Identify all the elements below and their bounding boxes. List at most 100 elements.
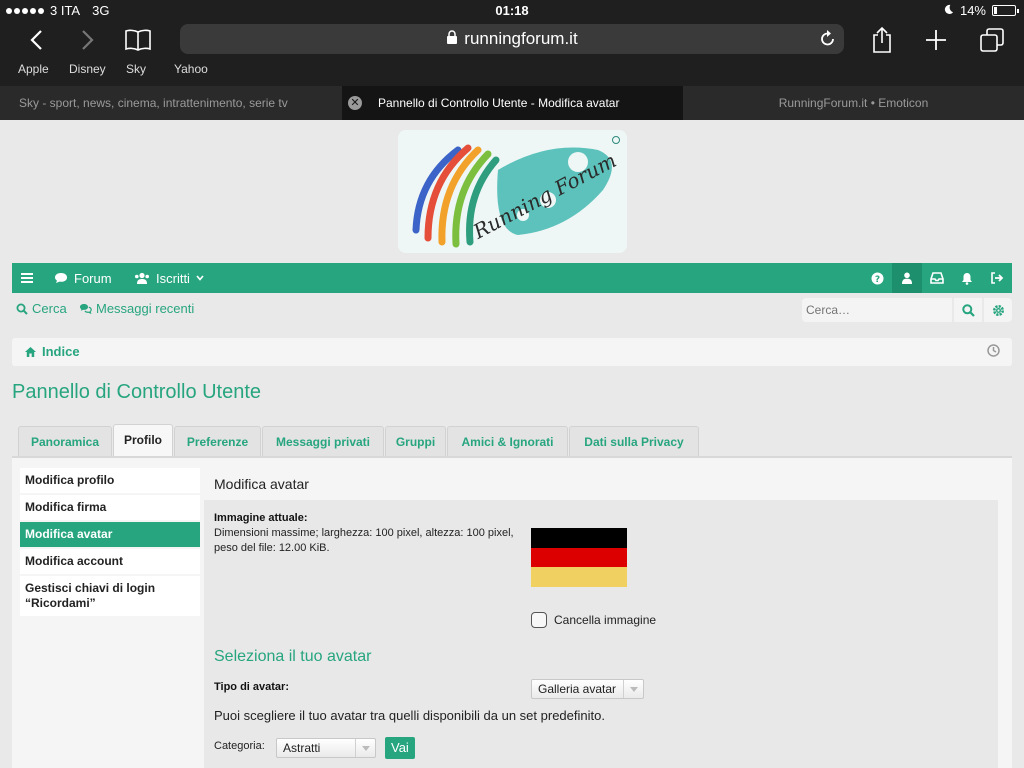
section-title: Modifica avatar bbox=[214, 476, 309, 492]
plus-icon bbox=[926, 30, 946, 50]
forward-button[interactable] bbox=[68, 22, 108, 58]
menu-edit-signature[interactable]: Modifica firma bbox=[20, 495, 200, 520]
share-icon bbox=[873, 26, 891, 53]
tabs-icon bbox=[980, 28, 1004, 52]
search-link[interactable]: Cerca bbox=[16, 301, 67, 316]
advanced-search-button[interactable] bbox=[984, 298, 1012, 322]
tab-privacy-data[interactable]: Dati sulla Privacy bbox=[569, 426, 699, 456]
battery-percent: 14% bbox=[959, 3, 986, 18]
tab-groups[interactable]: Gruppi bbox=[385, 426, 446, 456]
users-icon bbox=[135, 272, 149, 284]
search-icon bbox=[961, 303, 975, 317]
avatar-fieldset: Immagine attuale: Dimensioni massime; la… bbox=[204, 500, 998, 768]
web-page: Running Forum Forum Iscritti ? Cerca Mes… bbox=[0, 120, 1024, 768]
menu-edit-profile[interactable]: Modifica profilo bbox=[20, 468, 200, 493]
inbox-icon bbox=[930, 272, 944, 284]
recent-posts-link[interactable]: Messaggi recenti bbox=[79, 301, 194, 316]
menu-remember-me-keys[interactable]: Gestisci chiavi di login “Ricordami” bbox=[20, 576, 200, 616]
quick-links: Cerca Messaggi recenti bbox=[12, 298, 1012, 322]
tab-title: RunningForum.it • Emoticon bbox=[778, 96, 929, 110]
favorite-disney[interactable]: Disney bbox=[69, 62, 106, 76]
new-tab-button[interactable] bbox=[916, 22, 956, 58]
clock-icon bbox=[987, 344, 1000, 360]
status-bar: 3 ITA 3G 01:18 14% bbox=[0, 0, 1024, 20]
current-avatar-desc: Dimensioni massime; larghezza: 100 pixel… bbox=[214, 527, 514, 554]
back-button[interactable] bbox=[16, 22, 56, 58]
nav-forum[interactable]: Forum bbox=[54, 263, 112, 293]
breadcrumb: Indice bbox=[12, 338, 1012, 366]
chevron-down-icon bbox=[355, 739, 375, 757]
tab-title: Pannello di Controllo Utente - Modifica … bbox=[378, 96, 620, 110]
category-value: Astratti bbox=[283, 741, 321, 755]
tabs-button[interactable] bbox=[972, 22, 1012, 58]
private-messages-button[interactable] bbox=[922, 263, 952, 293]
avatar-type-value: Galleria avatar bbox=[538, 682, 617, 696]
nav-members-label: Iscritti bbox=[156, 270, 190, 286]
book-icon bbox=[125, 29, 151, 51]
nav-members[interactable]: Iscritti bbox=[134, 263, 204, 293]
delete-avatar-option: Cancella immagine bbox=[531, 612, 656, 628]
menu-edit-avatar[interactable]: Modifica avatar bbox=[20, 522, 200, 547]
tab-profile[interactable]: Profilo bbox=[113, 424, 173, 456]
battery-icon bbox=[992, 5, 1019, 16]
menu-edit-account[interactable]: Modifica account bbox=[20, 549, 200, 574]
browser-tab-emoticon[interactable]: RunningForum.it • Emoticon bbox=[683, 86, 1024, 120]
nav-forum-label: Forum bbox=[74, 270, 112, 286]
url-text: runningforum.it bbox=[464, 29, 578, 48]
ucp-panel: Modifica profilo Modifica firma Modifica… bbox=[12, 456, 1012, 768]
delete-avatar-label: Cancella immagine bbox=[554, 613, 657, 627]
chevron-left-icon bbox=[30, 30, 42, 50]
home-icon bbox=[25, 346, 36, 357]
tab-overview[interactable]: Panoramica bbox=[18, 426, 112, 456]
user-profile-button[interactable] bbox=[892, 263, 922, 293]
main-navbar: Forum Iscritti ? bbox=[12, 263, 1012, 293]
tab-strip: Sky - sport, news, cinema, intrattenimen… bbox=[0, 86, 1024, 120]
question-icon: ? bbox=[871, 272, 883, 285]
notifications-button[interactable] bbox=[952, 263, 982, 293]
search-link-label: Cerca bbox=[32, 301, 67, 316]
reload-icon[interactable] bbox=[820, 29, 836, 52]
svg-text:?: ? bbox=[874, 275, 879, 285]
faq-button[interactable]: ? bbox=[862, 263, 892, 293]
chevron-down-icon bbox=[623, 680, 643, 698]
menu-toggle-button[interactable] bbox=[20, 263, 34, 293]
search-button[interactable] bbox=[954, 298, 982, 322]
current-avatar-label: Immagine attuale: bbox=[214, 512, 308, 524]
bell-icon bbox=[962, 272, 972, 285]
avatar-type-select[interactable]: Galleria avatar bbox=[531, 679, 644, 699]
logout-button[interactable] bbox=[982, 263, 1012, 293]
category-select[interactable]: Astratti bbox=[276, 738, 376, 758]
close-icon[interactable]: ✕ bbox=[348, 96, 362, 110]
breadcrumb-home[interactable]: Indice bbox=[24, 344, 80, 359]
search-icon bbox=[16, 303, 28, 315]
tab-title: Sky - sport, news, cinema, intrattenimen… bbox=[19, 96, 288, 110]
browser-chrome: 3 ITA 3G 01:18 14% runningforum.it Apple… bbox=[0, 0, 1024, 120]
category-label: Categoria: bbox=[214, 740, 265, 752]
tab-private-messages[interactable]: Messaggi privati bbox=[262, 426, 384, 456]
comments-icon bbox=[80, 304, 92, 314]
avatar-type-desc: Puoi scegliere il tuo avatar tra quelli … bbox=[214, 708, 605, 723]
share-button[interactable] bbox=[862, 22, 902, 58]
hamburger-icon bbox=[21, 273, 33, 283]
select-avatar-heading: Seleziona il tuo avatar bbox=[214, 648, 372, 665]
browser-toolbar: runningforum.it bbox=[0, 22, 1024, 58]
site-logo[interactable]: Running Forum bbox=[398, 130, 627, 253]
search-input[interactable] bbox=[802, 298, 952, 322]
bookmarks-button[interactable] bbox=[118, 22, 158, 58]
favorite-yahoo[interactable]: Yahoo bbox=[174, 62, 208, 76]
favorite-sky[interactable]: Sky bbox=[126, 62, 146, 76]
go-button[interactable]: Vai bbox=[385, 737, 415, 759]
browser-tab-ucp[interactable]: ✕ Pannello di Controllo Utente - Modific… bbox=[342, 86, 683, 120]
chevron-down-icon bbox=[196, 275, 204, 281]
browser-tab-sky[interactable]: Sky - sport, news, cinema, intrattenimen… bbox=[0, 86, 342, 120]
favorite-apple[interactable]: Apple bbox=[18, 62, 49, 76]
current-avatar-image bbox=[531, 528, 627, 587]
sign-out-icon bbox=[991, 272, 1004, 284]
address-bar[interactable]: runningforum.it bbox=[180, 24, 844, 54]
tab-preferences[interactable]: Preferenze bbox=[174, 426, 261, 456]
gear-icon bbox=[992, 304, 1004, 316]
clock: 01:18 bbox=[495, 3, 529, 18]
delete-avatar-checkbox[interactable] bbox=[531, 612, 547, 628]
tab-friends-foes[interactable]: Amici & Ignorati bbox=[447, 426, 568, 456]
recent-posts-label: Messaggi recenti bbox=[96, 301, 195, 316]
